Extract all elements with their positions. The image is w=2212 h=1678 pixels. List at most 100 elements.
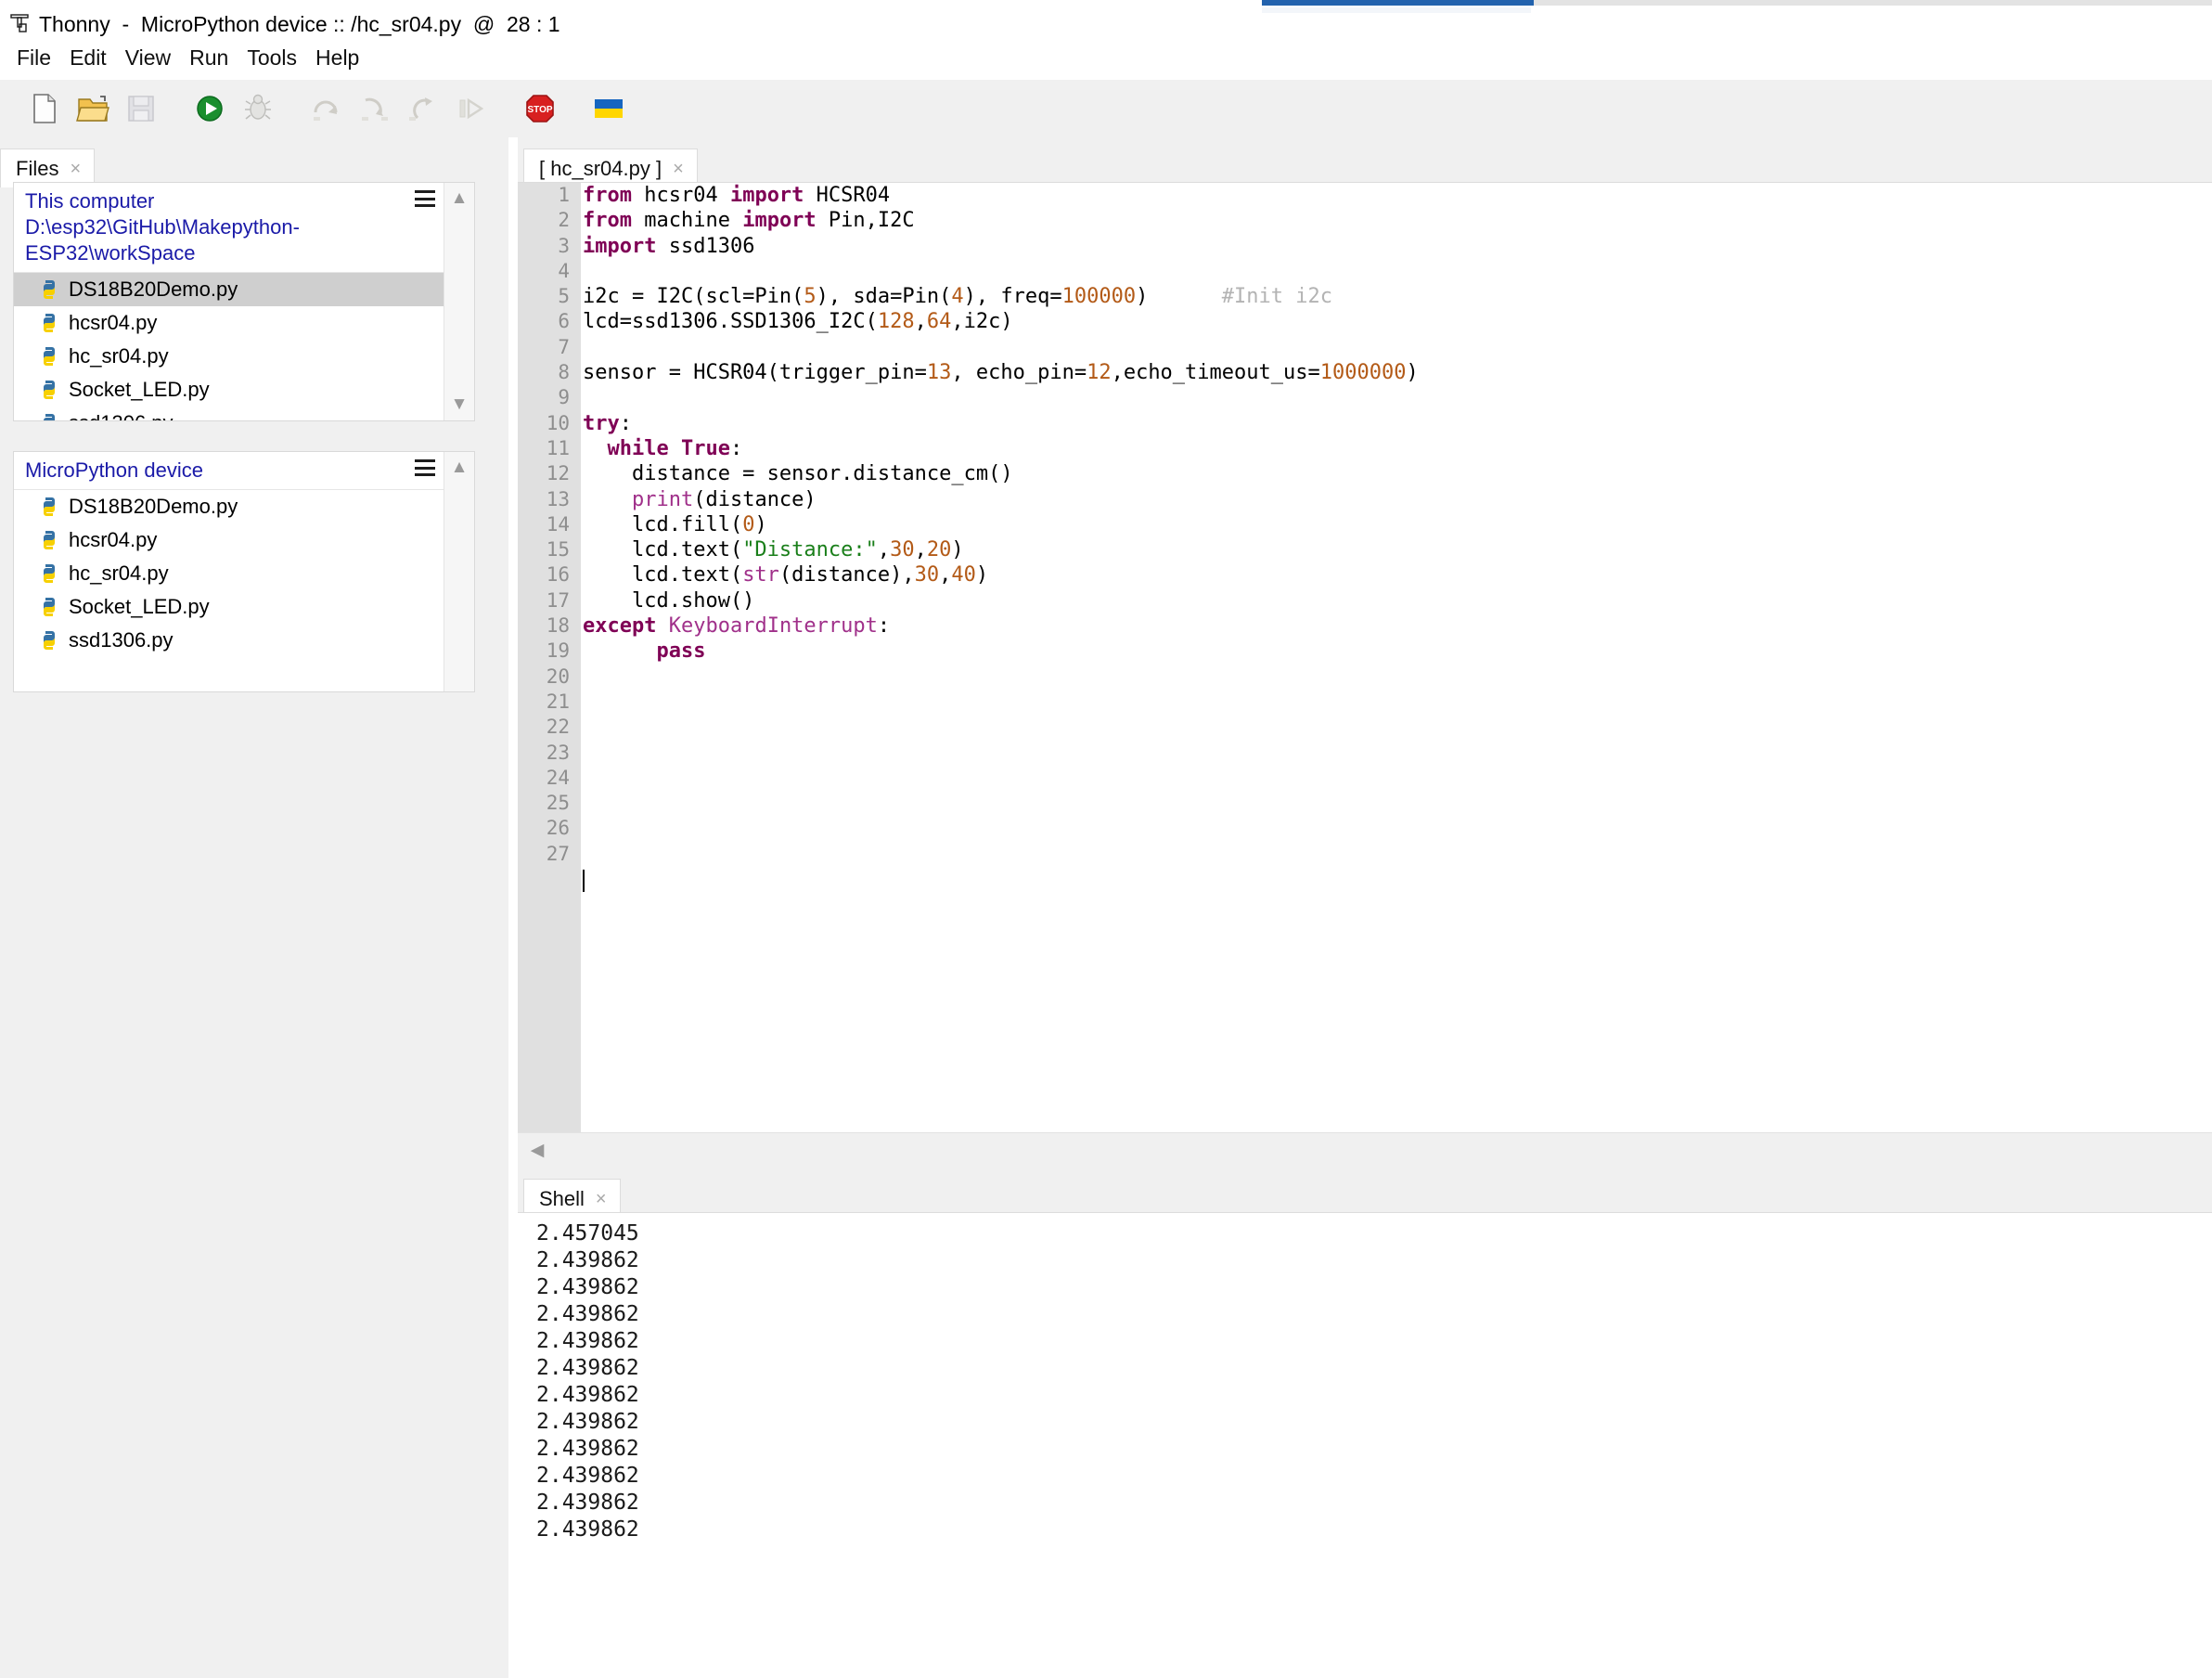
chevron-left-icon[interactable]: ◀ — [523, 1133, 551, 1167]
code-token: 5 — [804, 285, 817, 309]
code-line[interactable]: import ssd1306 — [581, 234, 2212, 259]
code-token: ), sda=Pin( — [816, 285, 952, 309]
code-token: lcd=ssd1306.SSD1306_I2C( — [583, 310, 878, 334]
code-line[interactable] — [581, 791, 2212, 816]
code-line[interactable]: pass — [581, 639, 2212, 664]
window-title: Thonny - MicroPython device :: /hc_sr04.… — [39, 11, 560, 36]
code-line[interactable]: lcd=ssd1306.SSD1306_I2C(128,64,i2c) — [581, 309, 2212, 334]
new-file-icon[interactable] — [24, 88, 65, 129]
shell-output-line: 2.439862 — [536, 1248, 639, 1272]
code-line[interactable]: while True: — [581, 436, 2212, 461]
code-line[interactable] — [581, 259, 2212, 284]
code-line[interactable]: lcd.text("Distance:",30,20) — [581, 537, 2212, 562]
run-icon[interactable] — [189, 88, 230, 129]
list-item[interactable]: hcsr04.py — [14, 523, 444, 557]
code-token: from — [583, 209, 632, 233]
code-line[interactable] — [581, 335, 2212, 360]
code-line[interactable] — [581, 842, 2212, 867]
tab-hc-sr04-label: [ hc_sr04.py ] — [539, 156, 662, 180]
code-line[interactable]: lcd.fill(0) — [581, 512, 2212, 537]
code-editor[interactable]: 1 2 3 4 5 6 7 8 9 10 11 12 13 14 15 16 17 18 19 20 21 22 23 24 2… — [518, 182, 2212, 1133]
code-token: ), freq= — [963, 285, 1062, 309]
save-file-icon — [121, 88, 161, 129]
code-line[interactable] — [581, 665, 2212, 690]
list-item[interactable]: hcsr04.py — [14, 306, 444, 340]
code-token: ) — [1136, 285, 1222, 309]
code-line[interactable] — [581, 816, 2212, 841]
shell-output-line: 2.439862 — [536, 1329, 639, 1353]
hamburger-icon[interactable] — [415, 190, 435, 207]
code-line[interactable]: except KeyboardInterrupt: — [581, 613, 2212, 639]
code-token: #Init i2c — [1221, 285, 1333, 309]
code-token: : — [619, 411, 632, 435]
menu-tools[interactable]: Tools — [238, 44, 306, 72]
code-token: ) — [754, 512, 767, 536]
menu-view[interactable]: View — [116, 44, 180, 72]
code-line[interactable] — [581, 766, 2212, 791]
this-computer-panel: This computer D:\esp32\GitHub\Makepython… — [13, 182, 475, 421]
workspace: Files × This computer D:\esp32\GitHub\Ma… — [0, 137, 2212, 1678]
tab-shell-label: Shell — [539, 1186, 585, 1210]
code-line[interactable] — [581, 741, 2212, 766]
code-line[interactable]: sensor = HCSR04(trigger_pin=13, echo_pin… — [581, 360, 2212, 385]
code-line[interactable]: lcd.text(str(distance),30,40) — [581, 562, 2212, 587]
chevron-up-icon[interactable]: ▲ — [444, 185, 474, 213]
code-line[interactable]: try: — [581, 411, 2212, 436]
close-icon[interactable]: × — [70, 160, 81, 178]
python-file-icon — [38, 629, 60, 652]
code-line[interactable]: distance = sensor.distance_cm() — [581, 461, 2212, 486]
chevron-down-icon[interactable]: ▼ — [444, 391, 474, 419]
shell-output-line: 2.439862 — [536, 1275, 639, 1299]
code-line[interactable]: from hcsr04 import HCSR04 — [581, 183, 2212, 208]
python-file-icon — [38, 596, 60, 618]
list-item[interactable]: DS18B20Demo.py — [14, 273, 444, 307]
list-item[interactable]: ssd1306.py — [14, 407, 444, 420]
close-icon[interactable]: × — [673, 160, 684, 178]
list-item[interactable]: Socket_LED.py — [14, 590, 444, 624]
menu-run[interactable]: Run — [180, 44, 238, 72]
micropython-device-panel: MicroPython device DS18B20Demo.py hcsr04… — [13, 451, 475, 692]
code-line[interactable]: from machine import Pin,I2C — [581, 208, 2212, 233]
line-number: 2 — [558, 209, 570, 232]
menu-help[interactable]: Help — [306, 44, 368, 72]
menu-file[interactable]: File — [7, 44, 60, 72]
code-line[interactable]: i2c = I2C(scl=Pin(5), sda=Pin(4), freq=1… — [581, 284, 2212, 309]
list-item-label: hc_sr04.py — [69, 344, 169, 368]
code-token: (distance) — [693, 487, 817, 511]
editor-horizontal-scrollbar[interactable]: ◀ — [518, 1132, 2212, 1168]
list-item[interactable]: DS18B20Demo.py — [14, 490, 444, 523]
code-token: 128 — [877, 310, 915, 334]
menu-edit[interactable]: Edit — [60, 44, 116, 72]
code-token: 4 — [951, 285, 964, 309]
code-line[interactable] — [581, 690, 2212, 715]
menu-bar: File Edit View Run Tools Help — [0, 41, 2212, 74]
code-token: , echo_pin= — [951, 361, 1087, 385]
code-line[interactable] — [581, 715, 2212, 740]
line-number: 6 — [558, 310, 570, 333]
list-item[interactable]: Socket_LED.py — [14, 373, 444, 407]
code-token: 100000 — [1061, 285, 1137, 309]
line-number: 1 — [558, 184, 570, 206]
device-scrollbar[interactable]: ▲ — [444, 452, 474, 691]
shell-output-line: 2.439862 — [536, 1517, 639, 1542]
ukraine-flag-icon[interactable] — [588, 88, 629, 129]
code-area[interactable]: from hcsr04 import HCSR04 from machine im… — [581, 183, 2212, 1133]
code-line[interactable]: lcd.show() — [581, 588, 2212, 613]
pane-splitter[interactable] — [508, 137, 518, 1678]
list-item[interactable]: hc_sr04.py — [14, 340, 444, 373]
stop-icon[interactable]: STOP — [520, 88, 560, 129]
line-number: 25 — [546, 792, 570, 815]
list-item[interactable]: ssd1306.py — [14, 624, 444, 657]
shell-output[interactable]: 2.457045 2.439862 2.439862 2.439862 2.439862… — [518, 1212, 2212, 1678]
chevron-up-icon[interactable]: ▲ — [444, 454, 474, 482]
list-item[interactable]: hc_sr04.py — [14, 557, 444, 590]
open-file-icon[interactable] — [72, 88, 113, 129]
code-line[interactable]: print(distance) — [581, 487, 2212, 512]
files-scrollbar[interactable]: ▲ ▼ — [444, 183, 474, 420]
code-line[interactable] — [581, 385, 2212, 410]
line-number: 11 — [546, 436, 570, 459]
line-number: 7 — [558, 335, 570, 358]
close-icon[interactable]: × — [596, 1190, 607, 1208]
hamburger-icon[interactable] — [415, 459, 435, 476]
